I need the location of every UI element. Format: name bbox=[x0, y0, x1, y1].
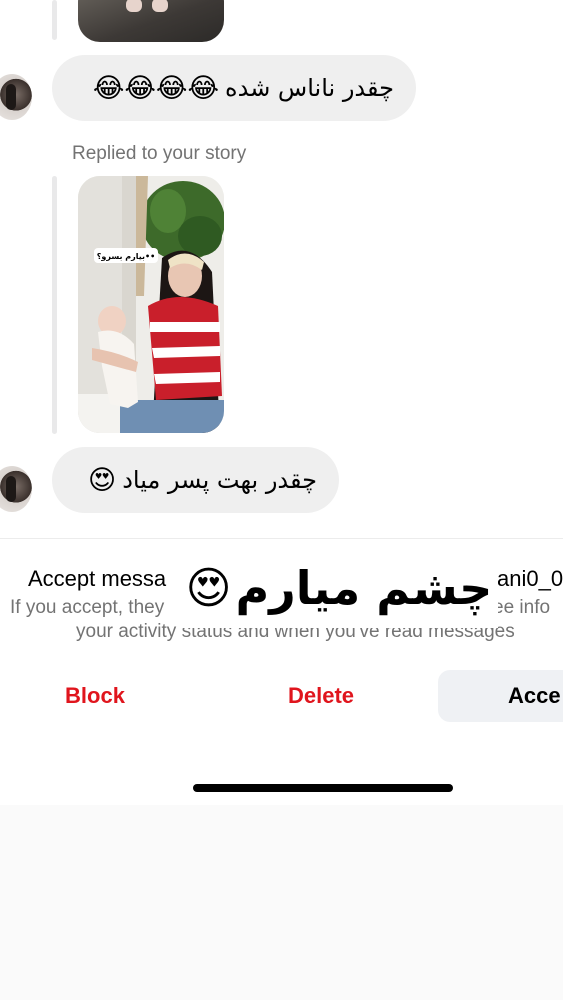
heart-eyes-emoji: 😍 bbox=[88, 464, 117, 496]
overlay-text-sticker: چشم میارم 😍 bbox=[180, 548, 498, 628]
request-description-line-1: If you accept, they bbox=[10, 597, 165, 618]
story-sticker-text: بیارم بسرو؟•• bbox=[97, 252, 156, 261]
heart-eyes-emoji: 😍 bbox=[185, 562, 232, 614]
request-title: Accept messa bbox=[28, 566, 167, 591]
message-text: چقدر ناناس شده bbox=[225, 74, 394, 102]
request-description-line-1-end: ee info bbox=[493, 597, 551, 618]
message-bubble[interactable]: چقدر ناناس شده 😂😂😂😂 bbox=[52, 55, 416, 121]
empty-background-area bbox=[0, 805, 563, 1000]
overlay-text: چشم میارم bbox=[235, 561, 493, 615]
reply-indicator-line bbox=[52, 176, 57, 434]
story-photo: بیارم بسرو؟•• bbox=[78, 176, 224, 433]
replied-to-story-label: Replied to your story bbox=[72, 143, 247, 164]
home-indicator[interactable] bbox=[193, 784, 453, 792]
message-bubble[interactable]: چقدر بهت پسر میاد 😍 bbox=[52, 447, 339, 513]
dm-thread-screen: چقدر ناناس شده 😂😂😂😂 Replied to your stor… bbox=[0, 0, 563, 805]
message-text: چقدر بهت پسر میاد bbox=[122, 466, 317, 494]
avatar[interactable] bbox=[0, 74, 32, 120]
block-button[interactable]: Block bbox=[30, 670, 160, 722]
accept-button[interactable]: Acce bbox=[438, 670, 563, 722]
laughing-emoji: 😂😂😂😂 bbox=[92, 72, 220, 104]
delete-button[interactable]: Delete bbox=[256, 670, 386, 722]
story-preview-thumbnail[interactable]: بیارم بسرو؟•• bbox=[78, 176, 224, 433]
thumbnail-detail bbox=[126, 0, 176, 14]
story-preview-thumbnail[interactable] bbox=[78, 0, 224, 42]
divider bbox=[0, 538, 563, 539]
reply-indicator-line bbox=[52, 0, 57, 40]
avatar[interactable] bbox=[0, 466, 32, 512]
request-username: ani0_0 bbox=[497, 566, 563, 591]
